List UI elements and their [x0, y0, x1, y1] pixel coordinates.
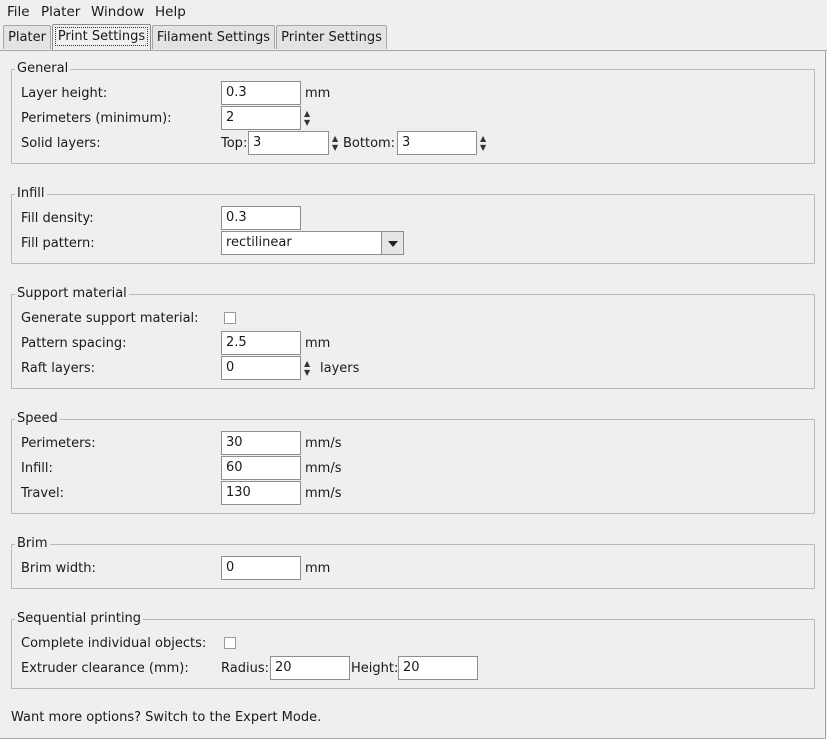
- top-layers-input[interactable]: 3: [248, 131, 329, 155]
- group-support-material: Support material: [11, 286, 815, 389]
- brim-width-input[interactable]: 0: [221, 556, 301, 580]
- speed-perimeters-input[interactable]: 30: [221, 431, 301, 455]
- extruder-clearance-label: Extruder clearance (mm):: [21, 661, 189, 676]
- complete-objects-label: Complete individual objects:: [21, 636, 207, 651]
- menu-help[interactable]: Help: [155, 4, 186, 20]
- clearance-height-input[interactable]: 20: [398, 656, 478, 680]
- menu-plater[interactable]: Plater: [41, 4, 80, 20]
- group-title: Support material: [15, 286, 129, 302]
- group-title: Infill: [15, 186, 47, 202]
- solid-layers-label: Solid layers:: [21, 136, 101, 151]
- fill-pattern-label: Fill pattern:: [21, 236, 95, 251]
- fill-pattern-dropdown-button[interactable]: [381, 231, 404, 255]
- tab-bar: Plater Print Settings Filament Settings …: [0, 24, 827, 51]
- height-label: Height:: [351, 661, 399, 676]
- speed-infill-input[interactable]: 60: [221, 456, 301, 480]
- tab-label: Printer Settings: [281, 30, 382, 45]
- expert-mode-hint: Want more options? Switch to the Expert …: [11, 710, 322, 725]
- generate-support-label: Generate support material:: [21, 311, 199, 326]
- menu-file[interactable]: File: [7, 4, 30, 20]
- group-title: Sequential printing: [15, 611, 144, 627]
- group-brim: Brim: [11, 536, 815, 589]
- layer-height-unit: mm: [305, 86, 331, 101]
- raft-layers-input[interactable]: 0: [221, 356, 301, 380]
- spin-down-icon[interactable]: ▼: [332, 144, 338, 152]
- spin-down-icon[interactable]: ▼: [304, 369, 310, 377]
- spin-up-icon[interactable]: ▲: [332, 135, 338, 143]
- pattern-spacing-unit: mm: [305, 336, 331, 351]
- tab-print-settings[interactable]: Print Settings: [52, 24, 151, 51]
- perimeters-label: Perimeters (minimum):: [21, 111, 172, 126]
- group-infill: Infill: [11, 186, 815, 264]
- tab-printer-settings[interactable]: Printer Settings: [276, 25, 387, 49]
- menu-bar: File Plater Window Help: [0, 0, 827, 24]
- menu-window[interactable]: Window: [91, 4, 144, 20]
- spin-up-icon[interactable]: ▲: [480, 135, 486, 143]
- bottom-layers-input[interactable]: 3: [397, 131, 477, 155]
- spin-down-icon[interactable]: ▼: [304, 119, 310, 127]
- speed-perimeters-unit: mm/s: [305, 436, 342, 451]
- speed-perimeters-label: Perimeters:: [21, 436, 96, 451]
- top-label: Top:: [221, 136, 248, 151]
- clearance-radius-input[interactable]: 20: [270, 656, 350, 680]
- fill-pattern-select[interactable]: rectilinear: [221, 231, 382, 255]
- radius-label: Radius:: [221, 661, 269, 676]
- raft-layers-unit: layers: [320, 361, 360, 376]
- chevron-down-icon: [388, 241, 398, 247]
- speed-infill-label: Infill:: [21, 461, 53, 476]
- speed-travel-label: Travel:: [21, 486, 65, 501]
- pattern-spacing-label: Pattern spacing:: [21, 336, 127, 351]
- fill-density-label: Fill density:: [21, 211, 94, 226]
- bottom-label: Bottom:: [343, 136, 396, 151]
- generate-support-checkbox[interactable]: [224, 312, 236, 324]
- tab-label: Print Settings: [54, 27, 149, 46]
- group-title: Brim: [15, 536, 50, 552]
- raft-layers-label: Raft layers:: [21, 361, 96, 376]
- raft-layers-spinner[interactable]: ▲ ▼: [302, 356, 312, 380]
- tab-label: Filament Settings: [156, 30, 271, 45]
- spin-up-icon[interactable]: ▲: [304, 110, 310, 118]
- group-title: General: [15, 61, 71, 77]
- pattern-spacing-input[interactable]: 2.5: [221, 331, 301, 355]
- brim-width-unit: mm: [305, 561, 331, 576]
- spin-up-icon[interactable]: ▲: [304, 360, 310, 368]
- layer-height-label: Layer height:: [21, 86, 108, 101]
- spin-down-icon[interactable]: ▼: [480, 144, 486, 152]
- top-layers-spinner[interactable]: ▲ ▼: [330, 131, 340, 155]
- tab-filament-settings[interactable]: Filament Settings: [152, 25, 275, 49]
- group-speed: Speed: [11, 411, 815, 514]
- complete-objects-checkbox[interactable]: [224, 637, 236, 649]
- perimeters-input[interactable]: 2: [221, 106, 301, 130]
- speed-travel-unit: mm/s: [305, 486, 342, 501]
- tab-plater[interactable]: Plater: [3, 25, 51, 49]
- speed-travel-input[interactable]: 130: [221, 481, 301, 505]
- brim-width-label: Brim width:: [21, 561, 96, 576]
- group-title: Speed: [15, 411, 60, 427]
- speed-infill-unit: mm/s: [305, 461, 342, 476]
- fill-density-input[interactable]: 0.3: [221, 206, 301, 230]
- tab-label: Plater: [8, 30, 46, 45]
- bottom-layers-spinner[interactable]: ▲ ▼: [478, 131, 488, 155]
- perimeters-spinner[interactable]: ▲ ▼: [302, 106, 312, 130]
- layer-height-input[interactable]: 0.3: [221, 81, 301, 105]
